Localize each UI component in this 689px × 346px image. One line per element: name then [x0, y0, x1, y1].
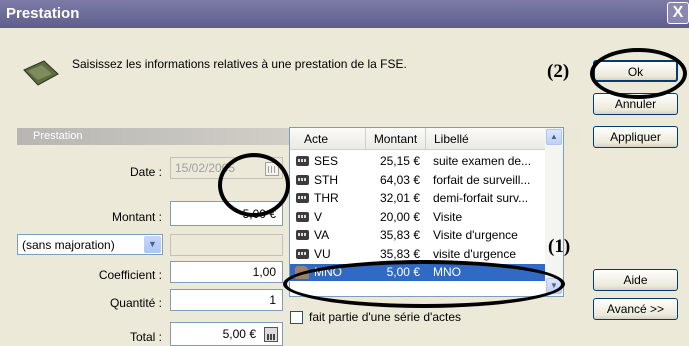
total-value: 5,00 € [222, 327, 256, 341]
avance-button[interactable]: Avancé >> [593, 298, 678, 320]
vertical-scrollbar[interactable]: ▲ ▼ [545, 128, 563, 296]
list-item[interactable]: THR 32,01 € demi-forfait surv... [290, 190, 546, 207]
majoration-select[interactable]: (sans majoration) ▼ [17, 234, 163, 255]
list-cell-acte: VA [314, 228, 330, 242]
list-cell-libelle: Visite [433, 209, 463, 224]
intro-text: Saisissez les informations relatives à u… [72, 57, 407, 71]
list-cell-montant: 35,83 € [379, 228, 420, 242]
code-chip-icon [296, 211, 309, 222]
code-chip-icon [296, 174, 309, 185]
annotation-ellipse-montant [218, 153, 290, 217]
list-cell-acte: SES [314, 154, 339, 168]
annotation-label-2: (2) [547, 61, 570, 82]
chevron-down-icon[interactable]: ▼ [144, 236, 161, 253]
list-cell-montant: 32,01 € [379, 191, 420, 205]
list-item[interactable]: SES 25,15 € suite examen de... [290, 153, 546, 170]
annotation-ellipse-row [283, 260, 565, 308]
code-chip-icon [296, 230, 309, 240]
window-title: Prestation [6, 5, 80, 22]
total-label: Total : [129, 330, 162, 344]
close-icon: X [672, 4, 684, 21]
list-item[interactable]: STH 64,03 € forfait de surveill... [290, 172, 546, 189]
coefficient-label: Coefficient : [98, 268, 162, 282]
calculator-icon[interactable] [264, 327, 278, 342]
quantite-value: 1 [269, 293, 276, 307]
majoration-value: (sans majoration) [22, 238, 115, 252]
code-chip-icon [296, 248, 309, 259]
list-cell-acte: STH [314, 172, 338, 187]
coefficient-field[interactable]: 1,00 [170, 261, 283, 283]
list-cell-libelle: suite examen de... [433, 154, 532, 168]
quantite-label: Quantité : [109, 296, 162, 310]
list-cell-montant: 35,83 € [379, 246, 420, 261]
scroll-up-icon[interactable]: ▲ [546, 129, 562, 145]
list-item[interactable]: V 20,00 € Visite [290, 209, 546, 226]
code-chip-icon [296, 193, 309, 203]
list-cell-libelle: visite d'urgence [433, 246, 517, 261]
coefficient-value: 1,00 [252, 265, 276, 279]
list-cell-acte: VU [314, 246, 331, 261]
list-cell-montant: 64,03 € [379, 172, 420, 187]
list-cell-acte: THR [314, 191, 339, 205]
serie-checkbox-label: fait partie d'une série d'actes [309, 310, 462, 324]
column-header-montant[interactable]: Montant [366, 128, 426, 150]
list-header: Acte Montant Libellé [290, 128, 546, 150]
list-cell-montant: 25,15 € [379, 154, 420, 168]
list-cell-acte: V [314, 209, 323, 224]
serie-checkbox[interactable] [290, 311, 303, 324]
code-chip-icon [296, 156, 309, 166]
total-field: 5,00 € [170, 322, 283, 346]
column-header-acte[interactable]: Acte [290, 128, 366, 150]
column-header-libelle[interactable]: Libellé [426, 128, 546, 150]
card-reader-icon [23, 60, 59, 86]
annotation-label-1: (1) [548, 236, 571, 257]
title-bar: Prestation X [0, 0, 689, 28]
list-cell-libelle: Visite d'urgence [433, 228, 518, 242]
list-cell-montant: 20,00 € [379, 209, 420, 224]
list-item[interactable]: VA 35,83 € Visite d'urgence [290, 227, 546, 244]
list-cell-libelle: demi-forfait surv... [433, 191, 529, 205]
close-button[interactable]: X [667, 2, 689, 24]
list-cell-libelle: forfait de surveill... [433, 172, 531, 187]
annotation-ellipse-ok [590, 48, 687, 99]
aide-button[interactable]: Aide [593, 269, 678, 291]
montant-label: Montant : [111, 210, 162, 224]
quantite-field[interactable]: 1 [170, 289, 283, 311]
date-label: Date : [129, 165, 162, 179]
appliquer-button[interactable]: Appliquer [593, 126, 678, 148]
majoration-field [170, 234, 283, 256]
